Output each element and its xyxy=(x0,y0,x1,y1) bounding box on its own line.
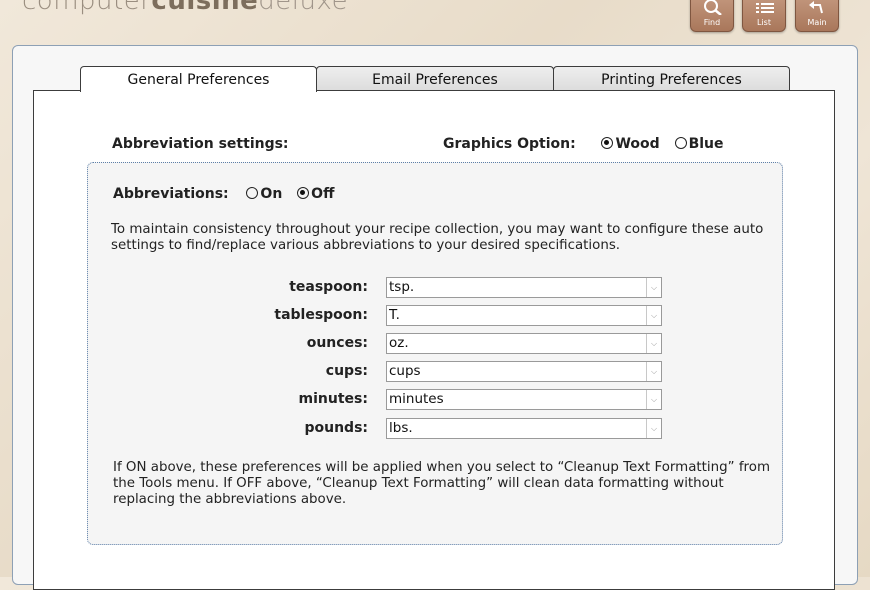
graphics-wood-label: Wood xyxy=(615,136,660,152)
minutes-label: minutes: xyxy=(298,391,368,407)
radio-selected-icon xyxy=(601,137,614,149)
cups-label: cups: xyxy=(325,363,368,379)
graphics-wood-radio[interactable]: Wood xyxy=(601,136,669,152)
list-button-label: List xyxy=(757,18,771,27)
list-button[interactable]: List xyxy=(742,0,786,32)
abbreviation-settings-heading: Abbreviation settings: xyxy=(112,136,289,152)
abbreviations-toggle-group: Abbreviations: On Off xyxy=(113,186,344,202)
find-button[interactable]: Find xyxy=(690,0,734,32)
abbreviation-row-cups: cups: cups ⌵ xyxy=(200,361,670,383)
ounces-select[interactable]: oz. ⌵ xyxy=(386,333,662,354)
teaspoon-value: tsp. xyxy=(389,279,415,295)
abbreviation-row-minutes: minutes: minutes ⌵ xyxy=(200,389,670,411)
back-arrow-icon xyxy=(809,1,823,14)
tab-printing-preferences[interactable]: Printing Preferences xyxy=(553,66,790,91)
abbreviation-row-tablespoon: tablespoon: T. ⌵ xyxy=(200,305,670,327)
teaspoon-label: teaspoon: xyxy=(289,279,368,295)
chevron-down-icon: ⌵ xyxy=(646,334,661,353)
magnifier-icon xyxy=(704,0,722,15)
chevron-down-icon: ⌵ xyxy=(646,306,661,325)
chevron-down-icon: ⌵ xyxy=(646,419,661,438)
logo-part-cuisine: cuisine xyxy=(151,0,259,16)
tab-email-preferences[interactable]: Email Preferences xyxy=(316,66,554,91)
abbreviations-off-radio[interactable]: Off xyxy=(297,186,344,202)
graphics-blue-radio[interactable]: Blue xyxy=(674,136,734,152)
graphics-option-group: Graphics Option: Wood Blue xyxy=(443,136,734,152)
abbreviation-intro-text: To maintain consistency throughout your … xyxy=(111,222,764,253)
minutes-value: minutes xyxy=(389,391,444,407)
chevron-down-icon: ⌵ xyxy=(646,278,661,297)
abbreviation-row-pounds: pounds: lbs. ⌵ xyxy=(200,418,670,440)
radio-selected-icon xyxy=(297,187,310,199)
abbreviation-row-ounces: ounces: oz. ⌵ xyxy=(200,333,670,355)
abbreviations-label: Abbreviations: xyxy=(113,186,229,202)
radio-unselected-icon xyxy=(246,187,259,199)
pounds-value: lbs. xyxy=(389,420,413,436)
graphics-blue-label: Blue xyxy=(688,136,724,152)
find-button-label: Find xyxy=(703,18,721,27)
logo-part-computer: computer xyxy=(22,0,152,16)
pounds-label: pounds: xyxy=(304,420,368,436)
abbreviations-off-label: Off xyxy=(311,186,335,202)
cleanup-formatting-note: If ON above, these preferences will be a… xyxy=(113,460,770,507)
teaspoon-select[interactable]: tsp. ⌵ xyxy=(386,277,662,298)
tab-general-preferences[interactable]: General Preferences xyxy=(80,66,317,92)
chevron-down-icon: ⌵ xyxy=(646,362,661,381)
tablespoon-value: T. xyxy=(389,307,400,323)
pounds-select[interactable]: lbs. ⌵ xyxy=(386,418,662,439)
logo-part-deluxe: deluxe xyxy=(258,0,349,16)
main-button[interactable]: Main xyxy=(795,0,839,32)
ounces-value: oz. xyxy=(389,335,409,351)
tablespoon-label: tablespoon: xyxy=(274,307,368,323)
list-icon xyxy=(756,3,774,13)
main-button-label: Main xyxy=(807,18,827,27)
graphics-option-label: Graphics Option: xyxy=(443,136,576,152)
chevron-down-icon: ⌵ xyxy=(646,390,661,409)
abbreviation-row-teaspoon: teaspoon: tsp. ⌵ xyxy=(200,277,670,299)
abbreviations-on-label: On xyxy=(260,186,283,202)
radio-unselected-icon xyxy=(674,137,687,149)
abbreviations-on-radio[interactable]: On xyxy=(246,186,292,202)
tablespoon-select[interactable]: T. ⌵ xyxy=(386,305,662,326)
app-logo: computercuisinedeluxe xyxy=(22,0,348,16)
cups-value: cups xyxy=(389,363,421,379)
minutes-select[interactable]: minutes ⌵ xyxy=(386,389,662,410)
ounces-label: ounces: xyxy=(306,335,368,351)
cups-select[interactable]: cups ⌵ xyxy=(386,361,662,382)
